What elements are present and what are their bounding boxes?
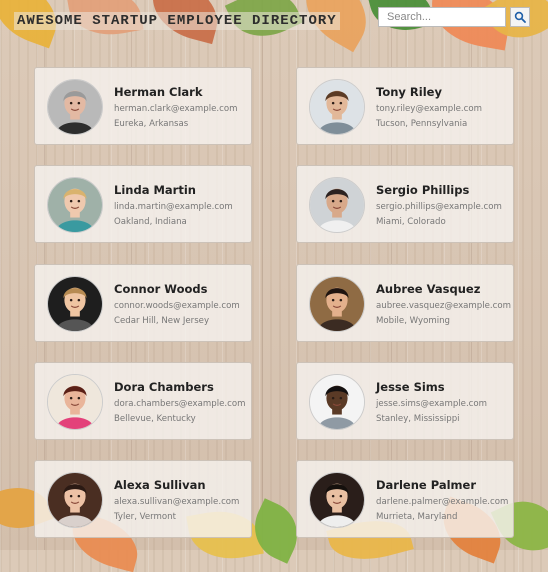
- employee-email: dora.chambers@example.com: [114, 399, 246, 409]
- employee-location: Cedar Hill, New Jersey: [114, 316, 210, 326]
- avatar-portrait: [310, 80, 364, 134]
- employee-name: Dora Chambers: [114, 380, 214, 394]
- employee-email: darlene.palmer@example.com: [376, 497, 509, 507]
- employee-name: Aubree Vasquez: [376, 282, 481, 296]
- employee-card[interactable]: Linda Martin linda.martin@example.com Oakl…: [34, 165, 252, 243]
- employee-card[interactable]: Tony Riley tony.riley@example.com Tucson, …: [296, 67, 514, 145]
- employee-card[interactable]: Aubree Vasquez aubree.vasquez@example.com…: [296, 264, 514, 342]
- page-title: AWESOME STARTUP EMPLOYEE DIRECTORY: [14, 12, 340, 30]
- avatar-portrait: [48, 178, 102, 232]
- employee-card[interactable]: Dora Chambers dora.chambers@example.com Be…: [34, 362, 252, 440]
- avatar: [47, 374, 103, 430]
- employee-info: Dora Chambers dora.chambers@example.com Be…: [114, 379, 245, 425]
- employee-name: Sergio Phillips: [376, 183, 470, 197]
- avatar: [47, 472, 103, 528]
- employee-email: tony.riley@example.com: [376, 104, 483, 114]
- employee-location: Miami, Colorado: [376, 217, 446, 227]
- employee-name: Connor Woods: [114, 282, 208, 296]
- employee-email: sergio.phillips@example.com: [376, 202, 502, 212]
- search-input[interactable]: [378, 7, 506, 27]
- employee-location: Tucson, Pennsylvania: [376, 119, 468, 129]
- employee-email: herman.clark@example.com: [114, 104, 238, 114]
- avatar: [47, 177, 103, 233]
- employee-location: Eureka, Arkansas: [114, 119, 189, 129]
- employee-card[interactable]: Connor Woods connor.woods@example.com Ceda…: [34, 264, 252, 342]
- employee-info: Jesse Sims jesse.sims@example.com Stanley,…: [376, 379, 487, 425]
- employee-card[interactable]: Herman Clark herman.clark@example.com Eure…: [34, 67, 252, 145]
- wood-grain: [262, 0, 263, 550]
- employee-info: Aubree Vasquez aubree.vasquez@example.com…: [376, 281, 511, 327]
- employee-info: Connor Woods connor.woods@example.com Ceda…: [114, 281, 240, 327]
- employee-card[interactable]: Darlene Palmer darlene.palmer@example.com…: [296, 460, 514, 538]
- employee-email: alexa.sullivan@example.com: [114, 497, 240, 507]
- search-button[interactable]: [510, 7, 530, 27]
- employee-name: Darlene Palmer: [376, 478, 476, 492]
- avatar: [47, 79, 103, 135]
- employee-name: Alexa Sullivan: [114, 478, 206, 492]
- employee-location: Oakland, Indiana: [114, 217, 187, 227]
- employee-email: aubree.vasquez@example.com: [376, 301, 512, 311]
- employee-card[interactable]: Jesse Sims jesse.sims@example.com Stanley,…: [296, 362, 514, 440]
- avatar-portrait: [48, 277, 102, 331]
- search-form: [378, 7, 530, 27]
- magnifier-icon: [514, 11, 526, 23]
- employee-location: Tyler, Vermont: [114, 512, 176, 522]
- avatar-portrait: [310, 375, 364, 429]
- employee-name: Jesse Sims: [376, 380, 445, 394]
- employee-info: Alexa Sullivan alexa.sullivan@example.com…: [114, 477, 239, 523]
- avatar-portrait: [48, 375, 102, 429]
- employee-email: jesse.sims@example.com: [376, 399, 488, 409]
- avatar-portrait: [310, 277, 364, 331]
- employee-email: linda.martin@example.com: [114, 202, 233, 212]
- avatar: [309, 177, 365, 233]
- avatar: [309, 79, 365, 135]
- employee-location: Mobile, Wyoming: [376, 316, 451, 326]
- avatar: [309, 374, 365, 430]
- employee-info: Herman Clark herman.clark@example.com Eure…: [114, 84, 238, 130]
- employee-location: Murrieta, Maryland: [376, 512, 458, 522]
- employee-location: Stanley, Mississippi: [376, 414, 460, 424]
- employee-card[interactable]: Sergio Phillips sergio.phillips@example.c…: [296, 165, 514, 243]
- avatar-portrait: [48, 80, 102, 134]
- employee-info: Linda Martin linda.martin@example.com Oakl…: [114, 182, 233, 228]
- employee-name: Herman Clark: [114, 85, 203, 99]
- employee-info: Tony Riley tony.riley@example.com Tucson, …: [376, 84, 482, 130]
- employee-info: Darlene Palmer darlene.palmer@example.com…: [376, 477, 508, 523]
- employee-location: Bellevue, Kentucky: [114, 414, 196, 424]
- employee-name: Linda Martin: [114, 183, 196, 197]
- avatar: [309, 276, 365, 332]
- avatar: [47, 276, 103, 332]
- employee-card[interactable]: Alexa Sullivan alexa.sullivan@example.com…: [34, 460, 252, 538]
- employee-name: Tony Riley: [376, 85, 442, 99]
- employee-email: connor.woods@example.com: [114, 301, 240, 311]
- avatar-portrait: [310, 473, 364, 527]
- avatar-portrait: [310, 178, 364, 232]
- employee-info: Sergio Phillips sergio.phillips@example.c…: [376, 182, 502, 228]
- avatar: [309, 472, 365, 528]
- avatar-portrait: [48, 473, 102, 527]
